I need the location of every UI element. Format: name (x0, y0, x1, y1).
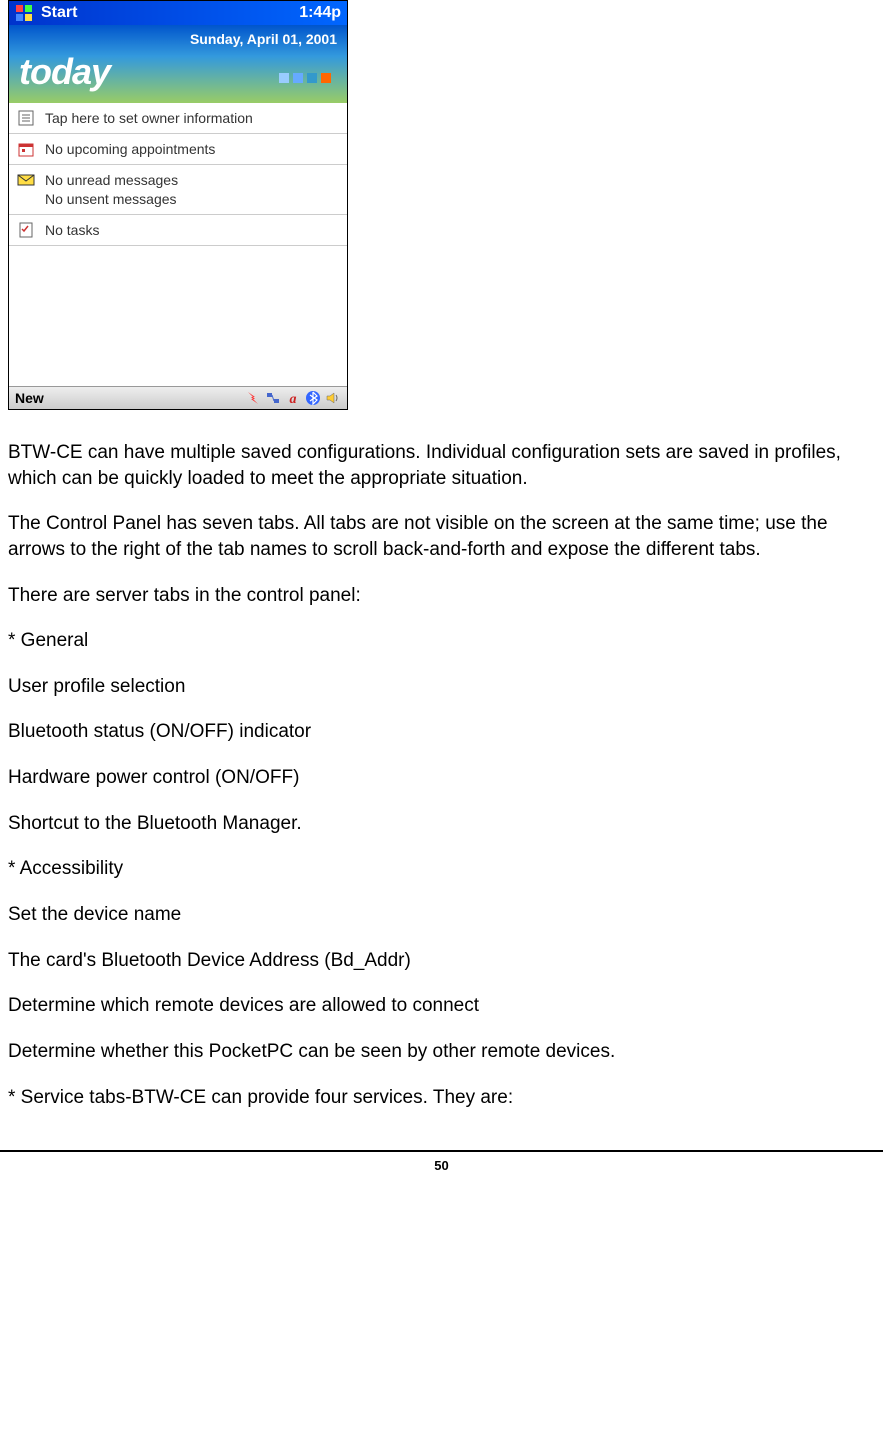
pocketpc-screenshot: Start 1:44p Sunday, April 01, 2001 today (8, 0, 348, 410)
paragraph: Hardware power control (ON/OFF) (8, 765, 875, 791)
today-list: Tap here to set owner information No upc… (9, 103, 347, 246)
today-title: today (19, 51, 110, 93)
date-label: Sunday, April 01, 2001 (19, 31, 337, 47)
owner-icon (17, 109, 35, 127)
paragraph: The card's Bluetooth Device Address (Bd_… (8, 948, 875, 974)
paragraph: Determine whether this PocketPC can be s… (8, 1039, 875, 1065)
speaker-icon[interactable] (325, 390, 341, 406)
today-header: Sunday, April 01, 2001 today (9, 25, 347, 103)
power-icon[interactable] (245, 390, 261, 406)
connection-icon[interactable] (265, 390, 281, 406)
paragraph: * Service tabs-BTW-CE can provide four s… (8, 1085, 875, 1111)
page-number: 50 (0, 1152, 883, 1183)
windows-logo-icon[interactable] (15, 4, 33, 22)
system-tray: a (245, 390, 341, 406)
unsent-messages-text: No unsent messages (45, 190, 339, 208)
calendar-icon (17, 140, 35, 158)
owner-info-item[interactable]: Tap here to set owner information (9, 103, 347, 134)
tasks-item[interactable]: No tasks (9, 215, 347, 246)
new-button[interactable]: New (15, 390, 245, 406)
paragraph: The Control Panel has seven tabs. All ta… (8, 511, 875, 562)
decorative-squares (279, 73, 331, 83)
bottom-bar: New a (9, 386, 347, 409)
paragraph: * Accessibility (8, 856, 875, 882)
document-body: BTW-CE can have multiple saved configura… (8, 440, 875, 1110)
envelope-icon (17, 171, 35, 189)
paragraph: BTW-CE can have multiple saved configura… (8, 440, 875, 491)
paragraph: There are server tabs in the control pan… (8, 583, 875, 609)
paragraph: User profile selection (8, 674, 875, 700)
empty-area (9, 246, 347, 386)
paragraph: Determine which remote devices are allow… (8, 993, 875, 1019)
paragraph: Bluetooth status (ON/OFF) indicator (8, 719, 875, 745)
paragraph: Set the device name (8, 902, 875, 928)
titlebar: Start 1:44p (9, 1, 347, 25)
clock-label[interactable]: 1:44p (299, 4, 341, 22)
start-label[interactable]: Start (41, 4, 299, 22)
paragraph: Shortcut to the Bluetooth Manager. (8, 811, 875, 837)
messages-item[interactable]: No unread messages No unsent messages (9, 165, 347, 214)
tasks-icon (17, 221, 35, 239)
tasks-text: No tasks (45, 221, 339, 239)
appointments-item[interactable]: No upcoming appointments (9, 134, 347, 165)
app-icon[interactable]: a (285, 390, 301, 406)
appointments-text: No upcoming appointments (45, 140, 339, 158)
paragraph: * General (8, 628, 875, 654)
owner-info-text: Tap here to set owner information (45, 109, 339, 127)
svg-text:a: a (290, 392, 297, 406)
bluetooth-icon[interactable] (305, 390, 321, 406)
unread-messages-text: No unread messages (45, 171, 339, 189)
